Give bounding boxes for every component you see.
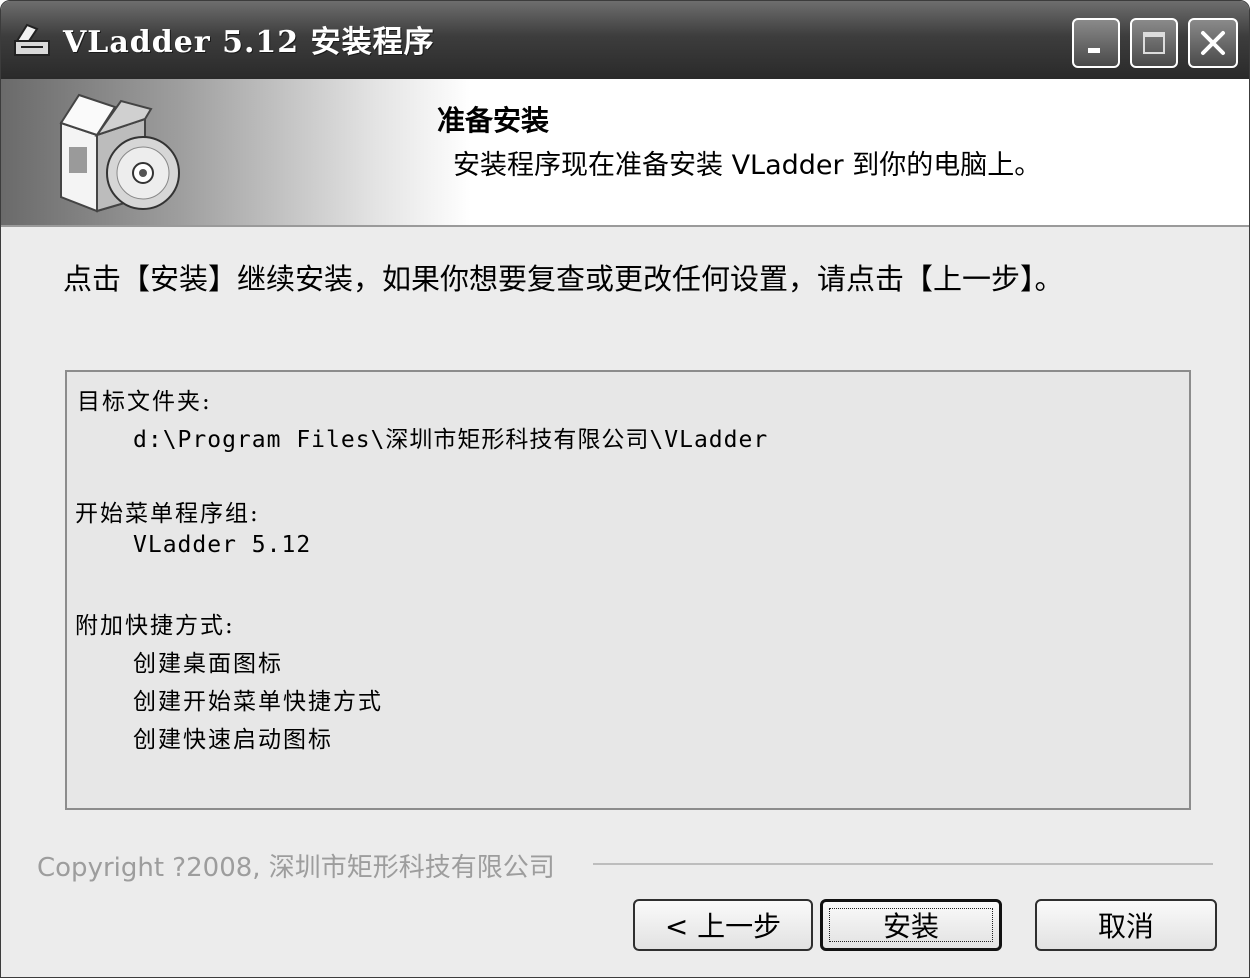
minimize-button[interactable]	[1072, 18, 1120, 68]
setup-box-cd-icon	[59, 93, 180, 213]
wizard-header: 准备安装 安装程序现在准备安装 VLadder 到你的电脑上。	[1, 79, 1249, 227]
install-summary-box[interactable]: 目标文件夹: d:\Program Files\深圳市矩形科技有限公司\VLad…	[65, 370, 1191, 810]
focus-ring	[829, 908, 993, 942]
footer-divider	[593, 863, 1213, 865]
start-menu-label: 开始菜单程序组:	[75, 501, 260, 527]
shortcut-item: 创建快速启动图标	[133, 727, 333, 753]
destination-label: 目标文件夹:	[77, 389, 212, 415]
shortcut-item: 创建桌面图标	[133, 651, 283, 677]
window-title: VLadder 5.12 安装程序	[63, 25, 435, 60]
title-bar[interactable]: VLadder 5.12 安装程序	[1, 1, 1249, 79]
install-button[interactable]: 安装	[820, 899, 1002, 951]
back-button[interactable]: < 上一步	[633, 899, 813, 951]
minimize-icon	[1074, 20, 1118, 66]
start-menu-value: VLadder 5.12	[133, 532, 312, 558]
maximize-button[interactable]	[1130, 18, 1178, 68]
page-title: 准备安装	[437, 104, 550, 137]
copyright-text: Copyright ?2008, 深圳市矩形科技有限公司	[37, 853, 555, 883]
installer-window: VLadder 5.12 安装程序 准备安装 安装程序现在准备安装 VLadde…	[0, 0, 1250, 978]
close-icon	[1190, 20, 1236, 66]
maximize-icon	[1132, 20, 1176, 66]
app-icon	[14, 23, 50, 56]
instruction-text: 点击【安装】继续安装，如果你想要复查或更改任何设置，请点击【上一步】。	[63, 262, 1064, 296]
cancel-button[interactable]: 取消	[1035, 899, 1217, 951]
page-subtitle: 安装程序现在准备安装 VLadder 到你的电脑上。	[453, 150, 1042, 181]
close-button[interactable]	[1188, 18, 1238, 68]
destination-value: d:\Program Files\深圳市矩形科技有限公司\VLadder	[133, 427, 769, 453]
shortcut-item: 创建开始菜单快捷方式	[133, 689, 383, 715]
shortcuts-label: 附加快捷方式:	[75, 613, 235, 639]
